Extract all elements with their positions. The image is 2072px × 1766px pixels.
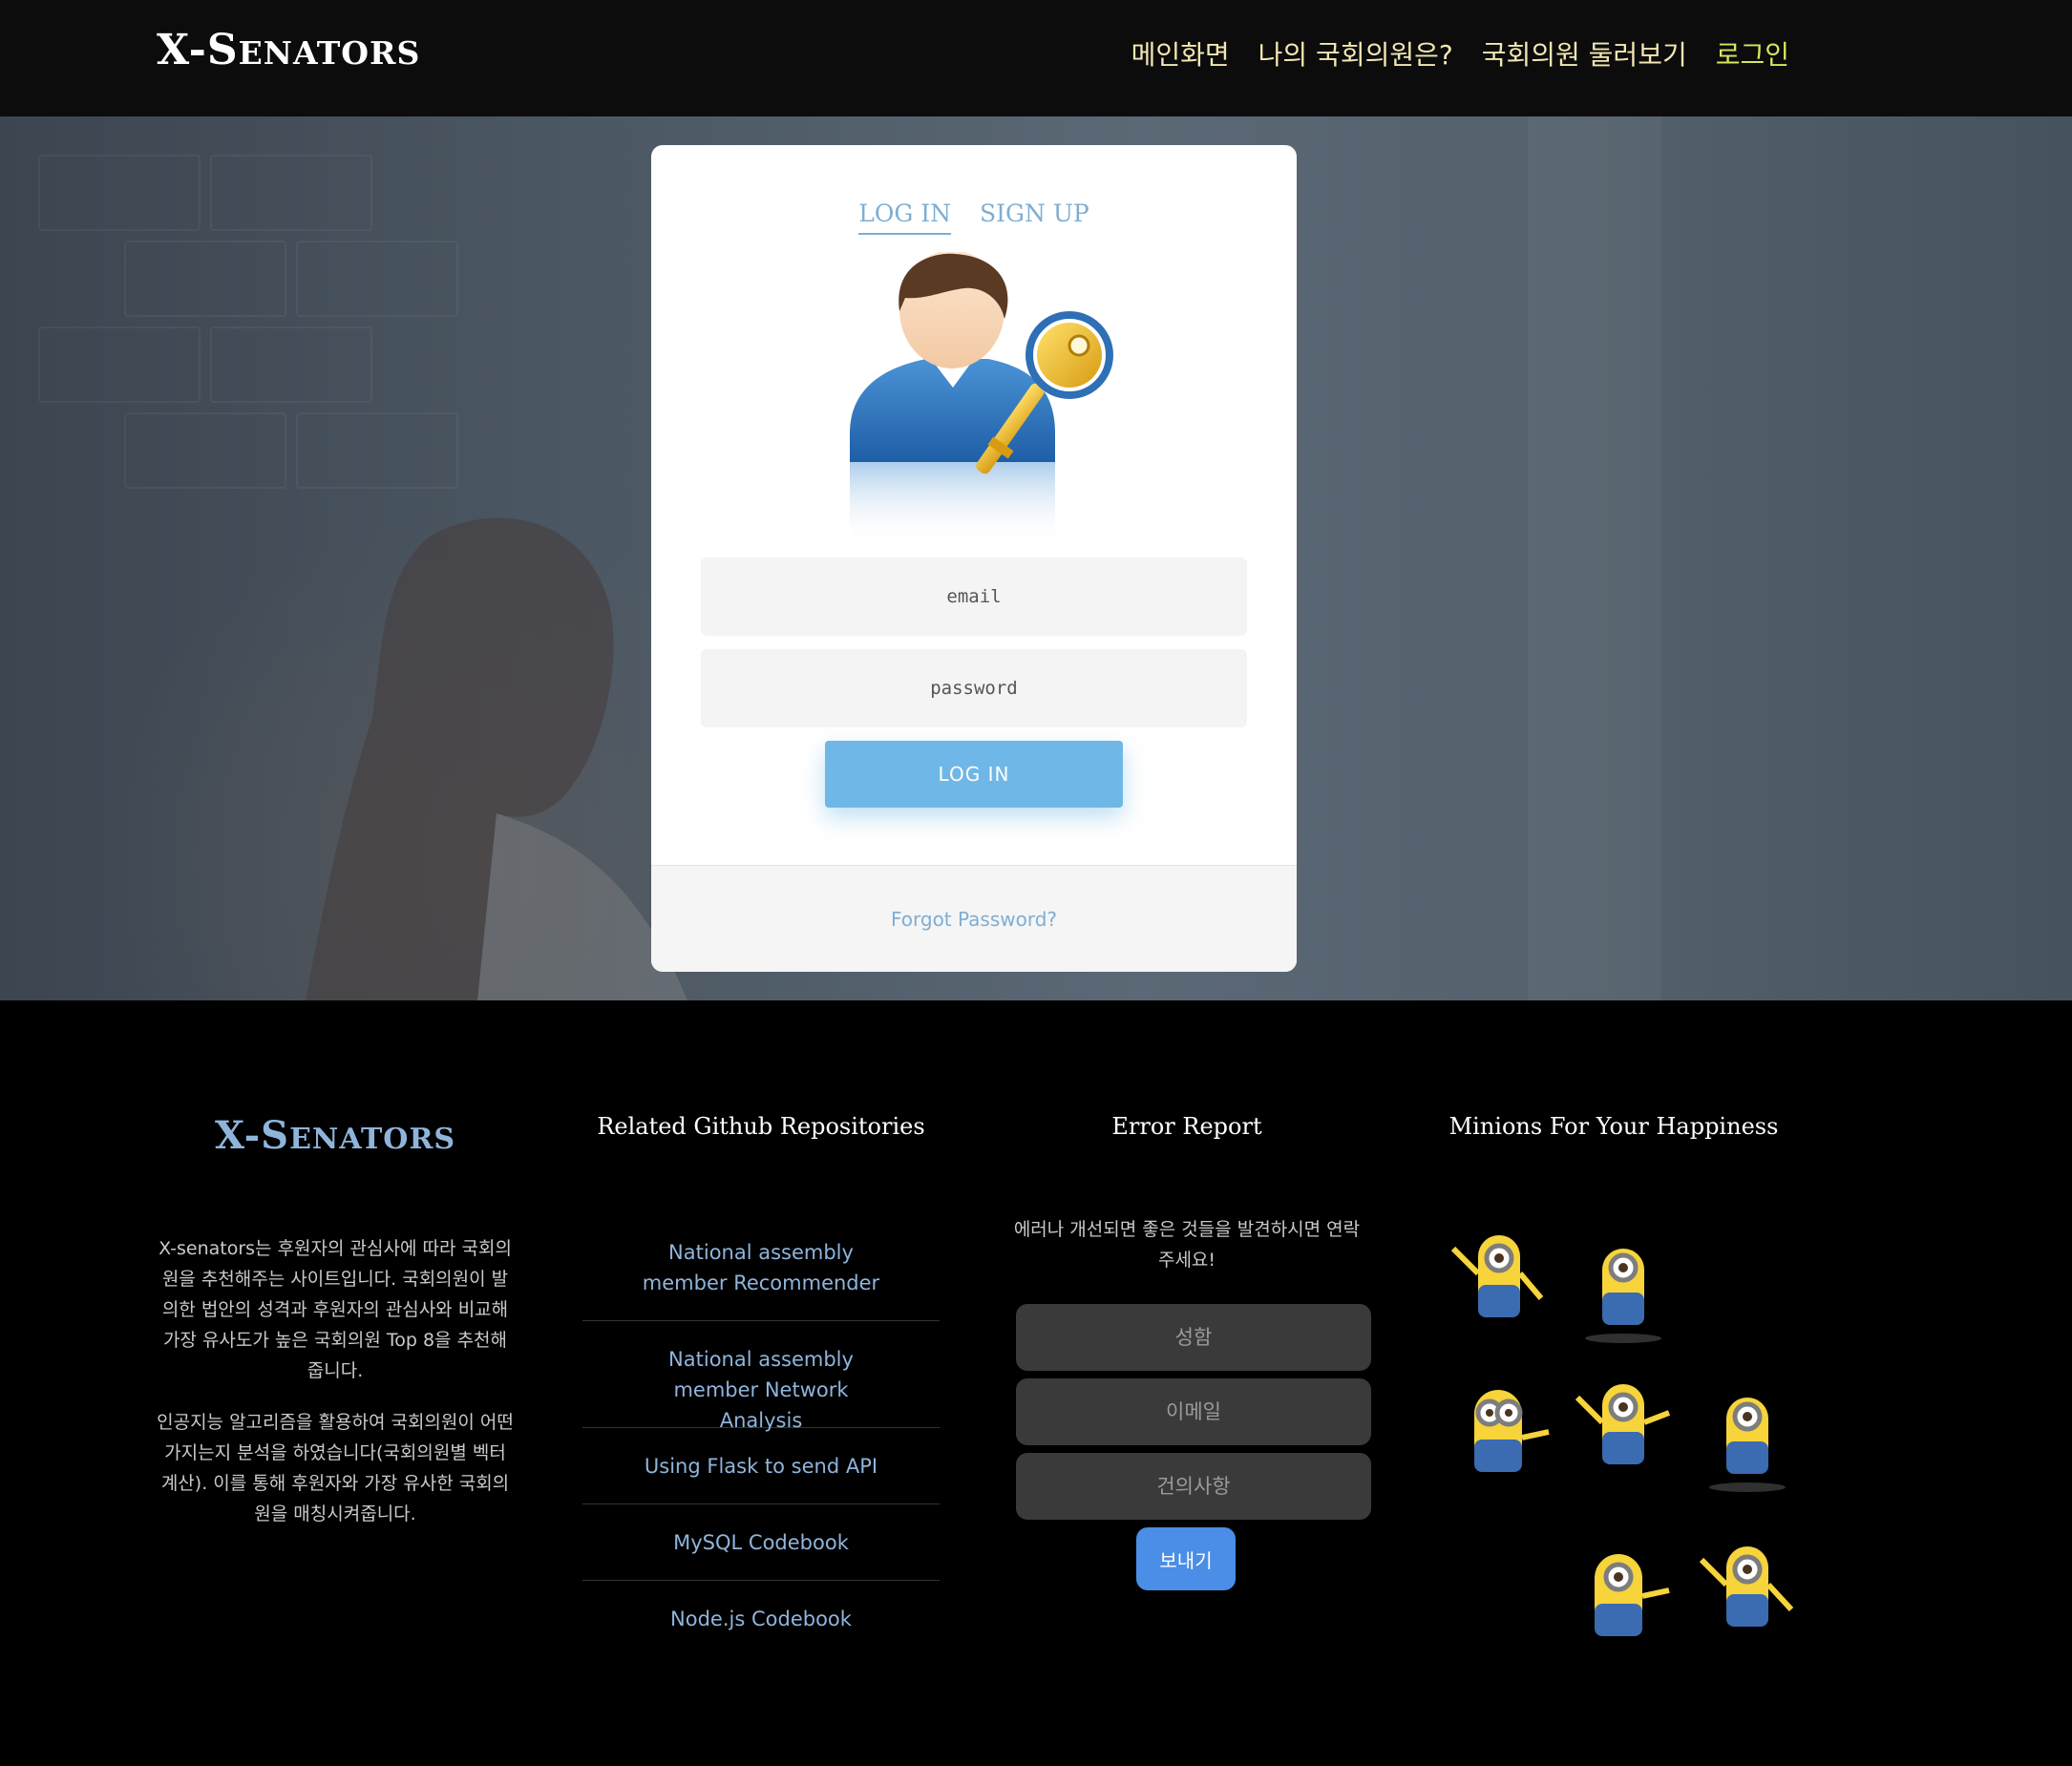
brick-decoration (210, 326, 372, 403)
footer: X-SENATORS X-senators는 후원자의 관심사에 따라 국회의원… (0, 1000, 2072, 1766)
brick-decoration (210, 155, 372, 231)
minions-heading: Minions For Your Happiness (1448, 1113, 1779, 1140)
footer-brand-logo: X-SENATORS (214, 1113, 456, 1158)
password-field[interactable] (701, 649, 1247, 727)
name-field[interactable] (1016, 1304, 1371, 1371)
nav-link-my-senator[interactable]: 나의 국회의원은? (1258, 36, 1453, 74)
login-button[interactable]: LOG IN (825, 741, 1123, 808)
brick-decoration (124, 241, 286, 317)
nav-link-main[interactable]: 메인화면 (1131, 36, 1230, 74)
person-silhouette (306, 517, 687, 1000)
brand-logo[interactable]: X-SENATORS (157, 25, 420, 85)
error-description: 에러나 개선되면 좋은 것들을 발견하시면 연락주세요! (1013, 1219, 1361, 1271)
repos-heading: Related Github Repositories (597, 1113, 925, 1140)
repo-link-recommender[interactable]: National assembly member Recommender (582, 1214, 940, 1321)
nav-link-login[interactable]: 로그인 (1716, 36, 1789, 74)
minion-image (1585, 1249, 1661, 1343)
minion-image (1595, 1554, 1670, 1636)
nav-link-browse[interactable]: 국회의원 둘러보기 (1482, 36, 1687, 74)
message-field[interactable] (1016, 1453, 1371, 1520)
repo-link-mysql[interactable]: MySQL Codebook (582, 1504, 940, 1581)
forgot-password-link[interactable]: Forgot Password? (891, 908, 1057, 931)
card-footer: Forgot Password? (651, 865, 1297, 972)
brick-decoration (124, 412, 286, 489)
repo-link-flask[interactable]: Using Flask to send API (582, 1428, 940, 1504)
nav-links: 메인화면 나의 국회의원은? 국회의원 둘러보기 로그인 (1131, 36, 1789, 74)
brick-decoration (296, 412, 458, 489)
brick-decoration (38, 326, 201, 403)
minion-image (1450, 1235, 1544, 1317)
tab-signup[interactable]: SIGN UP (980, 200, 1089, 235)
navbar: X-SENATORS 메인화면 나의 국회의원은? 국회의원 둘러보기 로그인 (0, 0, 2072, 116)
repo-link-nodejs[interactable]: Node.js Codebook (582, 1581, 940, 1657)
repo-list: National assembly member Recommender Nat… (582, 1214, 940, 1657)
email-field[interactable] (701, 557, 1247, 636)
background-pillar (1528, 116, 1661, 1000)
minion-image (1709, 1398, 1786, 1492)
brick-decoration (38, 155, 201, 231)
error-heading: Error Report (1111, 1113, 1262, 1140)
brick-decoration (296, 241, 458, 317)
report-email-field[interactable] (1016, 1378, 1371, 1445)
minion-image (1474, 1390, 1550, 1472)
send-button[interactable]: 보내기 (1136, 1527, 1236, 1590)
tab-login[interactable]: LOG IN (858, 200, 952, 235)
minion-image (1699, 1546, 1794, 1627)
login-card: LOG IN SIGN UP LOG IN Forgot Password? (651, 145, 1297, 972)
minion-image (1575, 1384, 1671, 1464)
auth-tabs: LOG IN SIGN UP (651, 200, 1297, 235)
repo-link-network[interactable]: National assembly member Network Analysi… (582, 1321, 940, 1432)
footer-about-text-2: 인공지능 알고리즘을 활용하여 국회의원이 어떤 가지는지 분석을 하였습니다(… (157, 1412, 514, 1524)
footer-about-text-1: X-senators는 후원자의 관심사에 따라 국회의원을 추천해주는 사이트… (159, 1238, 512, 1381)
user-with-key-icon (850, 252, 1113, 546)
